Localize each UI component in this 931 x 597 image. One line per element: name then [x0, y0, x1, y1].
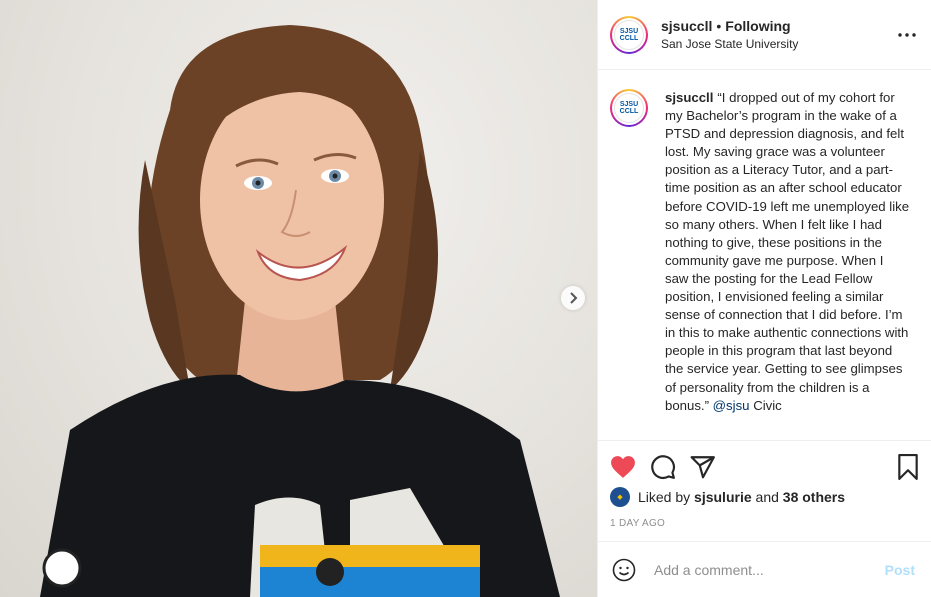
header-text: sjsuccll • Following San Jose State Univ…	[661, 18, 895, 51]
post-actions-area: ◆ Liked by sjsulurie and 38 others 1 DAY…	[598, 440, 931, 529]
next-image-button[interactable]	[561, 286, 585, 310]
like-button[interactable]	[610, 447, 650, 487]
post-timestamp[interactable]: 1 DAY AGO	[610, 518, 919, 529]
likes-others-link[interactable]: 38 others	[783, 489, 845, 505]
comment-input[interactable]	[654, 561, 885, 578]
avatar-logo: SJSU CCLL	[614, 19, 644, 50]
likes-summary: ◆ Liked by sjsulurie and 38 others	[610, 487, 919, 507]
comment-icon	[651, 455, 676, 480]
post-header: SJSU CCLL sjsuccll • Following San Jose …	[598, 0, 931, 70]
caption-mention[interactable]: @sjsu	[713, 398, 750, 413]
caption-area: SJSU CCLL sjsuccll “I dropped out of my c…	[598, 71, 931, 440]
caption-body: “I dropped out of my cohort for my Bache…	[665, 90, 910, 413]
avatar-ring-inner: SJSU CCLL	[612, 91, 646, 125]
post-photo[interactable]	[0, 0, 597, 597]
emoji-button[interactable]	[612, 556, 640, 584]
action-bar	[610, 441, 919, 493]
profile-avatar[interactable]: SJSU CCLL	[610, 15, 648, 54]
comment-button[interactable]	[650, 447, 690, 487]
save-button[interactable]	[891, 447, 919, 487]
comment-bar: Post	[598, 541, 931, 597]
following-button[interactable]: Following	[725, 18, 790, 34]
heart-icon	[611, 456, 635, 478]
likes-and: and	[755, 489, 779, 505]
username-link[interactable]: sjsuccll	[661, 18, 712, 34]
chevron-right-icon	[570, 292, 578, 304]
share-button[interactable]	[690, 447, 730, 487]
caption-tail: Civic	[753, 397, 782, 413]
avatar-ring-inner: SJSU CCLL	[612, 17, 646, 52]
liker-username[interactable]: sjsulurie	[694, 489, 752, 505]
more-options-icon	[898, 32, 916, 37]
bookmark-icon	[898, 454, 918, 480]
post-comment-button[interactable]: Post	[885, 562, 915, 578]
paper-plane-icon	[690, 456, 715, 479]
post-side-panel: SJSU CCLL sjsuccll • Following San Jose …	[597, 0, 931, 597]
caption-text: sjsuccll “I dropped out of my cohort for …	[665, 89, 910, 440]
liker-avatar[interactable]: ◆	[610, 487, 630, 507]
header-title-line: sjsuccll • Following	[661, 18, 895, 34]
likes-prefix: Liked by	[638, 489, 691, 505]
smiley-icon	[612, 558, 636, 581]
avatar-logo: SJSU CCLL	[614, 93, 644, 123]
location-link[interactable]: San Jose State University	[661, 37, 895, 51]
person-portrait	[40, 25, 560, 597]
separator-dot: •	[716, 18, 722, 34]
more-options-button[interactable]	[895, 23, 919, 47]
caption-username[interactable]: sjsuccll	[665, 90, 713, 105]
caption-avatar[interactable]: SJSU CCLL	[610, 89, 648, 127]
